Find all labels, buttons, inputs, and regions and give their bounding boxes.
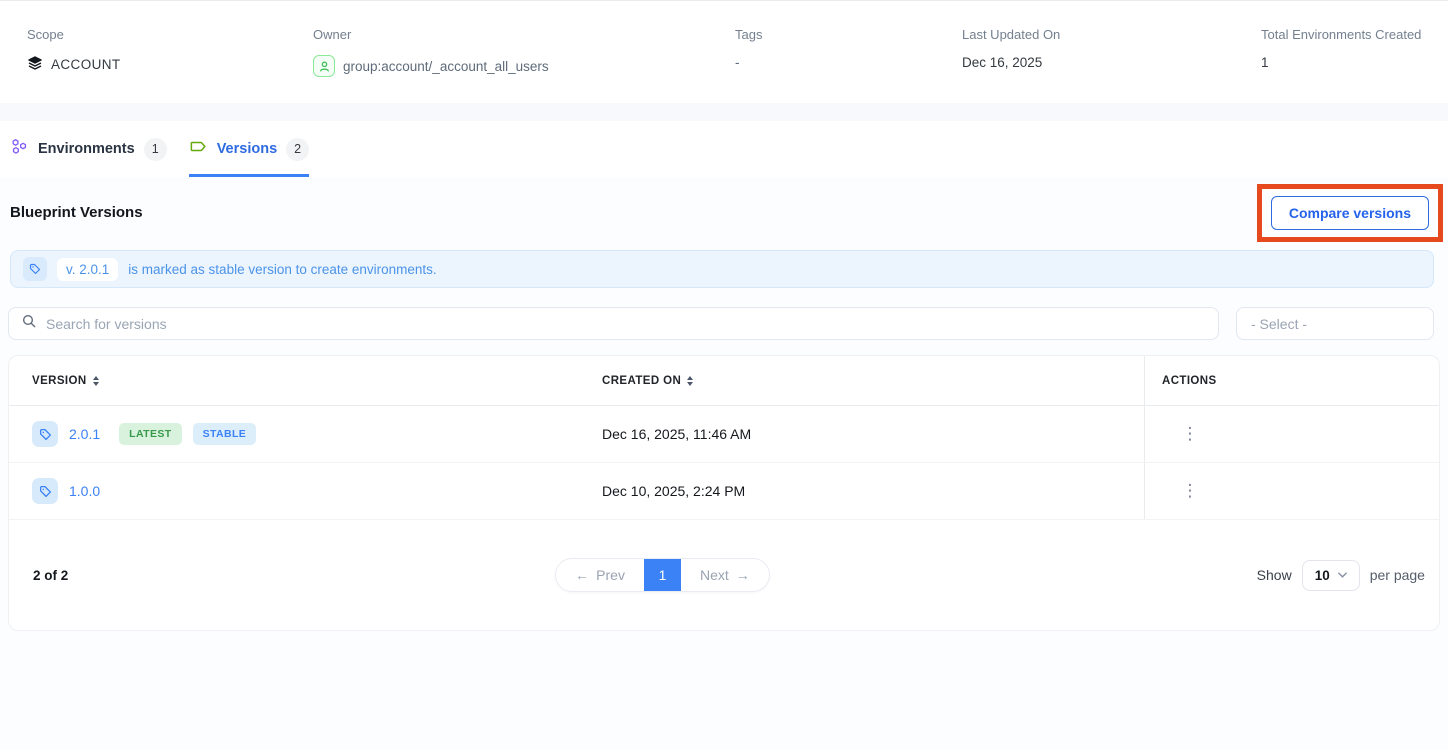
tag-outline-icon bbox=[189, 137, 208, 161]
column-header-created-on[interactable]: CREATED ON bbox=[594, 356, 1144, 405]
show-label: Show bbox=[1257, 567, 1292, 583]
table-header-row: VERSION CREATED ON ACTIONS bbox=[9, 356, 1439, 406]
search-box bbox=[8, 307, 1219, 340]
annotation-highlight-box: Compare versions bbox=[1257, 184, 1443, 242]
page-size-select[interactable]: 10 bbox=[1302, 560, 1360, 591]
created-on-cell: Dec 16, 2025, 11:46 AM bbox=[594, 406, 1144, 462]
version-link[interactable]: 2.0.1 bbox=[69, 426, 100, 442]
version-cell: 2.0.1 LATEST STABLE bbox=[9, 406, 594, 462]
table-row: 1.0.0 Dec 10, 2025, 2:24 PM ⋮ bbox=[9, 463, 1439, 520]
tab-versions-count: 2 bbox=[286, 138, 309, 161]
tab-environments-count: 1 bbox=[144, 138, 167, 161]
section-header: Blueprint Versions Compare versions bbox=[0, 177, 1448, 248]
owner-label: Owner bbox=[313, 27, 735, 42]
search-icon bbox=[21, 313, 37, 334]
filters-row: - Select - bbox=[8, 307, 1434, 340]
owner-value: group:account/_account_all_users bbox=[313, 55, 735, 77]
actions-cell: ⋮ bbox=[1144, 406, 1439, 462]
latest-badge: LATEST bbox=[119, 423, 181, 445]
stable-version-banner: v. 2.0.1 is marked as stable version to … bbox=[10, 250, 1434, 288]
tag-icon bbox=[23, 257, 47, 281]
summary-field-owner: Owner group:account/_account_all_users bbox=[313, 27, 735, 103]
tags-label: Tags bbox=[735, 27, 962, 42]
last-updated-label: Last Updated On bbox=[962, 27, 1261, 42]
tab-environments[interactable]: Environments 1 bbox=[10, 121, 167, 177]
total-environments-value: 1 bbox=[1261, 55, 1448, 70]
blueprint-summary-header: Scope ACCOUNT Owner group:account/_accou… bbox=[0, 0, 1448, 103]
tab-environments-label: Environments bbox=[38, 141, 135, 157]
summary-field-tags: Tags - bbox=[735, 27, 962, 103]
stable-badge: STABLE bbox=[193, 423, 257, 445]
tag-icon bbox=[32, 478, 58, 504]
banner-message: is marked as stable version to create en… bbox=[128, 262, 436, 277]
column-header-version[interactable]: VERSION bbox=[9, 356, 594, 405]
pagination-row: 2 of 2 ← Prev 1 Next → Show 10 per page bbox=[9, 520, 1439, 630]
compare-versions-button[interactable]: Compare versions bbox=[1271, 196, 1429, 230]
results-count: 2 of 2 bbox=[33, 568, 68, 583]
chevron-down-icon bbox=[1338, 572, 1347, 578]
arrow-left-icon: ← bbox=[575, 567, 589, 583]
pager: ← Prev 1 Next → bbox=[555, 558, 770, 592]
total-environments-label: Total Environments Created bbox=[1261, 27, 1448, 42]
row-actions-kebab-icon[interactable]: ⋮ bbox=[1178, 422, 1202, 446]
stable-version-pill: v. 2.0.1 bbox=[57, 258, 118, 281]
per-page-label: per page bbox=[1370, 567, 1425, 583]
summary-field-scope: Scope ACCOUNT bbox=[27, 27, 313, 103]
column-header-actions: ACTIONS bbox=[1144, 356, 1439, 405]
hexagons-icon bbox=[10, 137, 29, 161]
summary-field-total-environments: Total Environments Created 1 bbox=[1261, 27, 1448, 103]
arrow-right-icon: → bbox=[736, 567, 750, 583]
sort-icon[interactable] bbox=[93, 376, 99, 386]
table-row: 2.0.1 LATEST STABLE Dec 16, 2025, 11:46 … bbox=[9, 406, 1439, 463]
versions-section: Blueprint Versions Compare versions v. 2… bbox=[0, 177, 1448, 750]
row-actions-kebab-icon[interactable]: ⋮ bbox=[1178, 479, 1202, 503]
version-cell: 1.0.0 bbox=[9, 463, 594, 519]
scope-value: ACCOUNT bbox=[27, 55, 313, 74]
last-updated-value: Dec 16, 2025 bbox=[962, 55, 1261, 70]
actions-cell: ⋮ bbox=[1144, 463, 1439, 519]
search-input[interactable] bbox=[46, 316, 1206, 332]
versions-table-card: VERSION CREATED ON ACTIONS 2.0.1 bbox=[8, 355, 1440, 631]
layers-icon bbox=[27, 55, 43, 74]
page-number-button[interactable]: 1 bbox=[644, 559, 681, 591]
created-on-cell: Dec 10, 2025, 2:24 PM bbox=[594, 463, 1144, 519]
version-link[interactable]: 1.0.0 bbox=[69, 483, 100, 499]
sort-icon[interactable] bbox=[687, 376, 693, 386]
tab-versions-label: Versions bbox=[217, 141, 277, 157]
filter-select[interactable]: - Select - bbox=[1236, 307, 1434, 340]
prev-page-button[interactable]: ← Prev bbox=[556, 559, 644, 591]
summary-field-last-updated: Last Updated On Dec 16, 2025 bbox=[962, 27, 1261, 103]
tags-value: - bbox=[735, 55, 962, 70]
next-page-button[interactable]: Next → bbox=[681, 559, 769, 591]
page-title: Blueprint Versions bbox=[10, 204, 143, 221]
page-size-controls: Show 10 per page bbox=[1257, 560, 1425, 591]
tag-icon bbox=[32, 421, 58, 447]
tab-versions[interactable]: Versions 2 bbox=[189, 121, 309, 177]
scope-label: Scope bbox=[27, 27, 313, 42]
user-icon bbox=[313, 55, 335, 77]
tab-bar: Environments 1 Versions 2 bbox=[0, 121, 1448, 177]
